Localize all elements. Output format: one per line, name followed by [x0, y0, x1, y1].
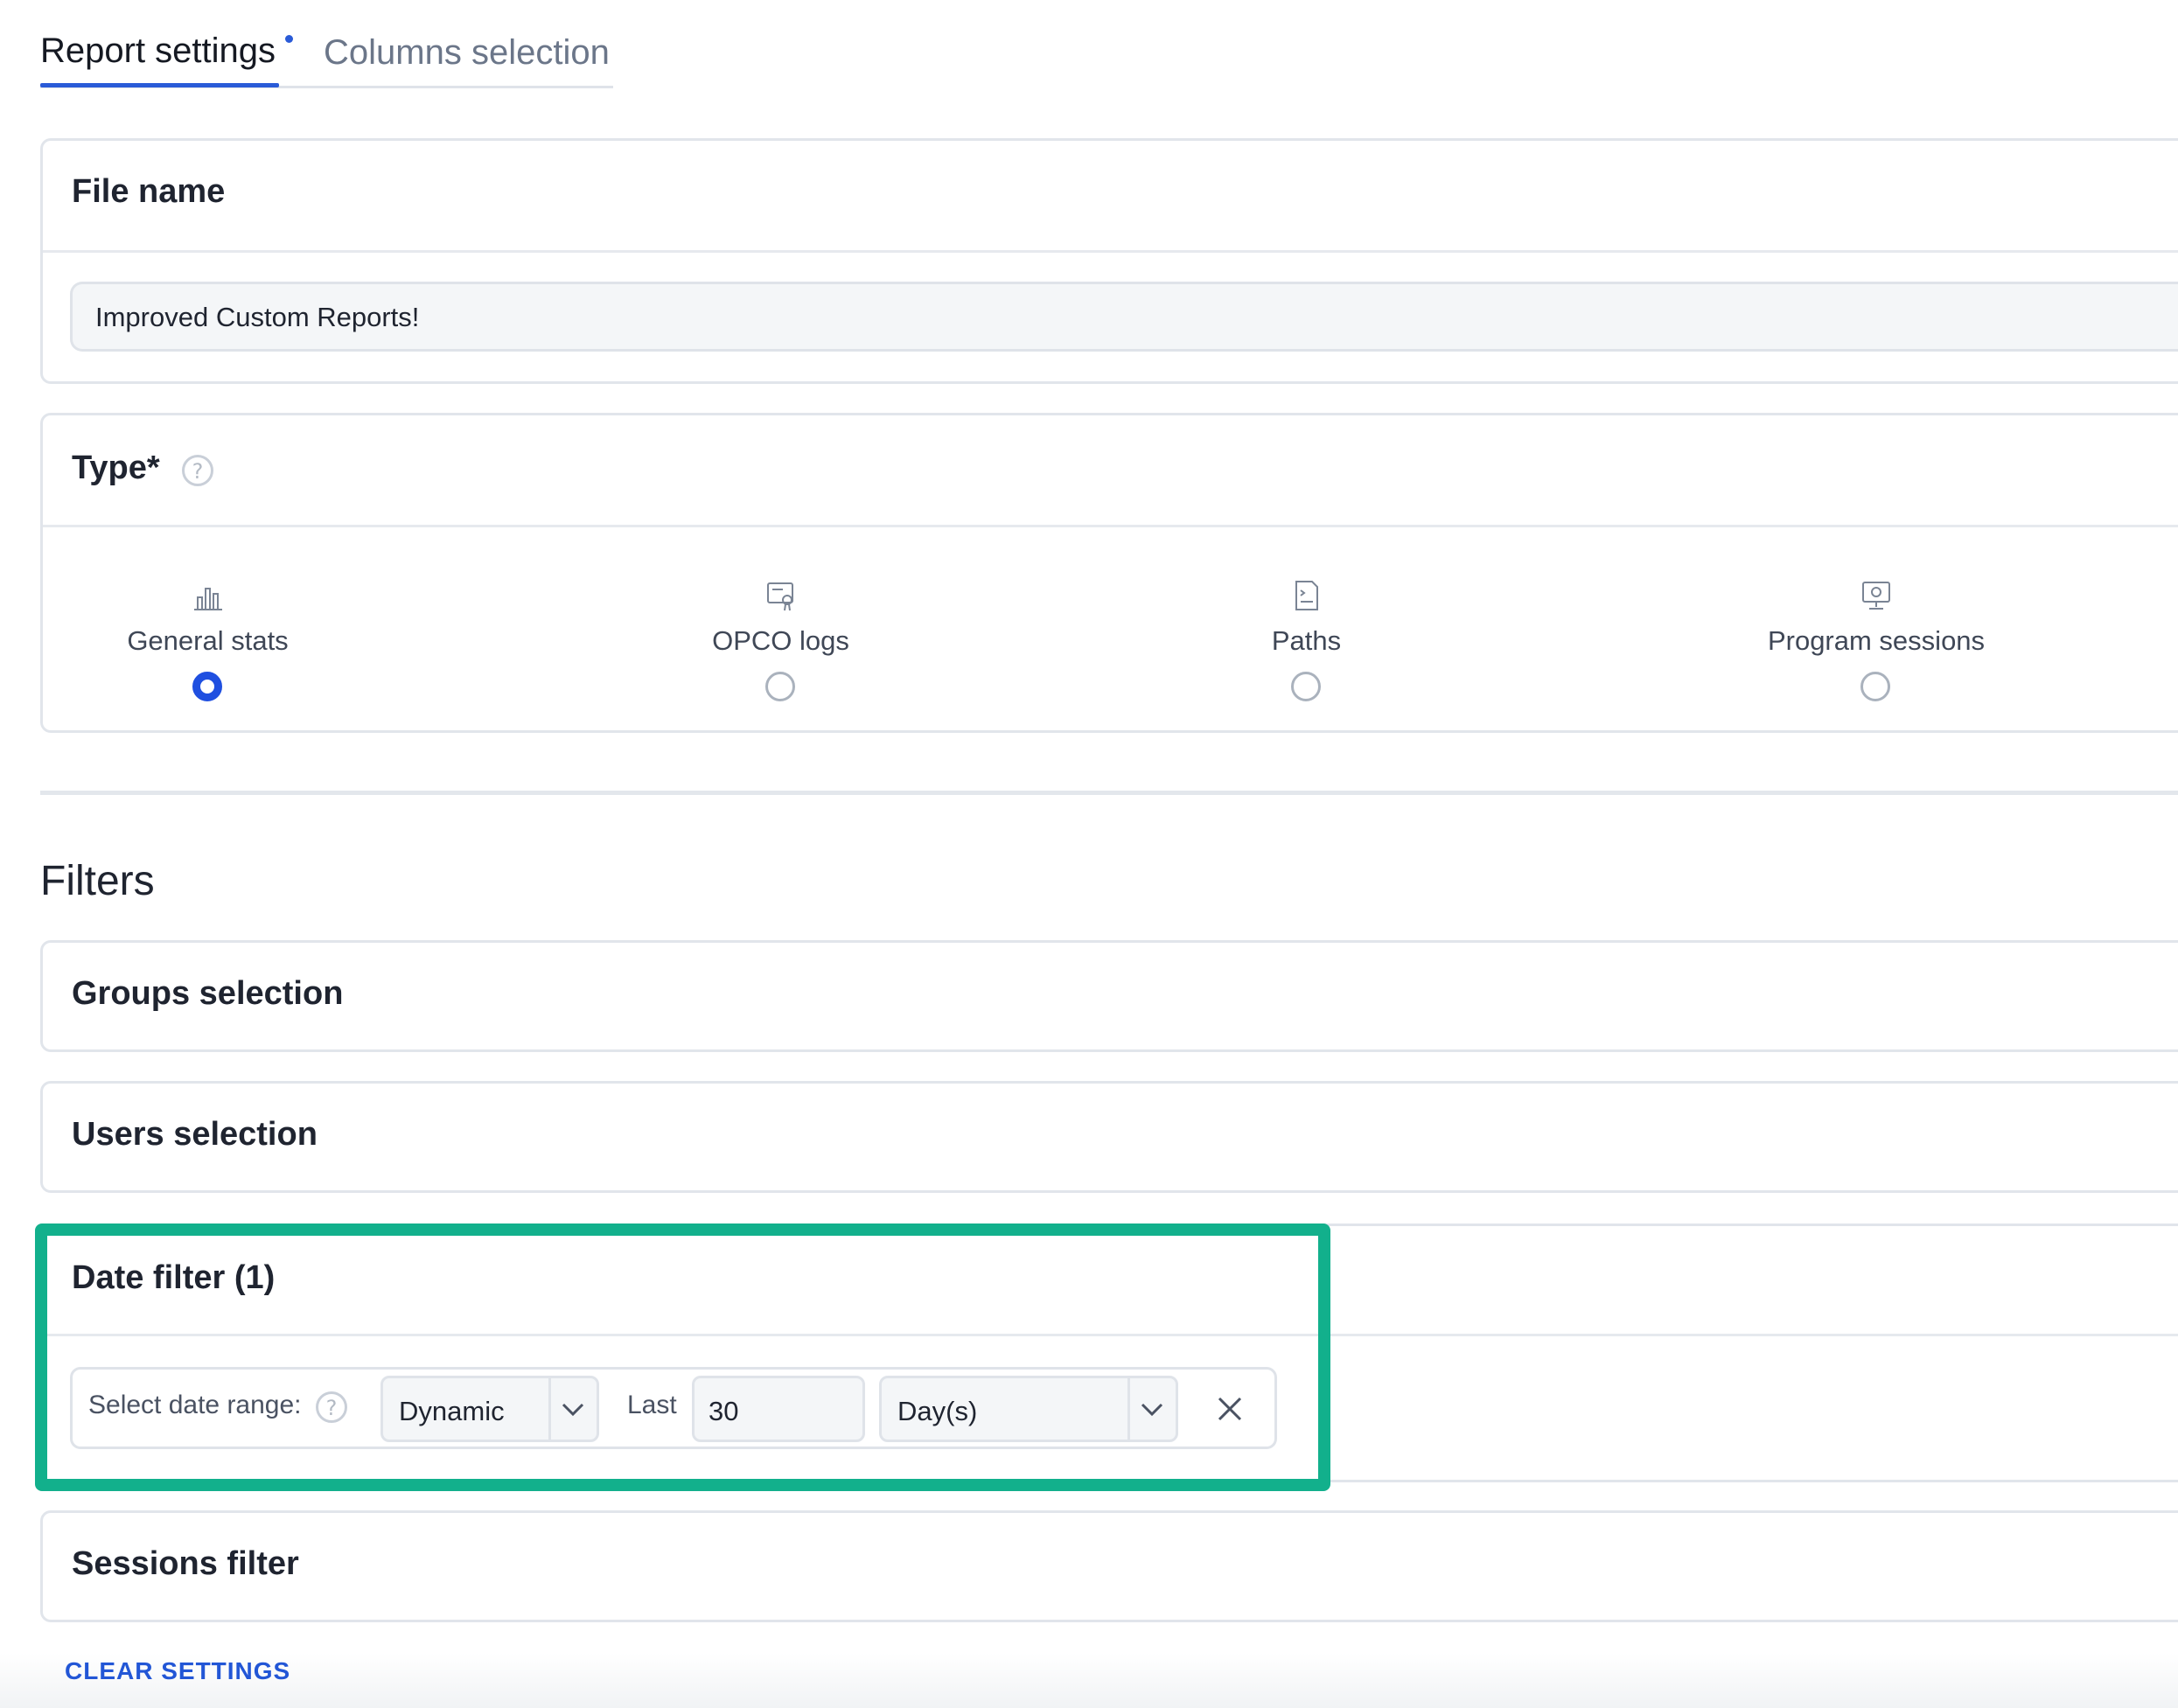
date-amount-input[interactable]: 30: [692, 1376, 865, 1442]
sessions-filter-panel[interactable]: [40, 1510, 2178, 1622]
clear-settings-button[interactable]: CLEAR SETTINGS: [65, 1657, 290, 1685]
date-mode-select[interactable]: Dynamic: [380, 1376, 599, 1442]
type-option-paths[interactable]: Paths: [1204, 573, 1409, 713]
section-separator: [40, 791, 2178, 795]
tab-active-indicator: [40, 83, 279, 87]
unsaved-changes-dot: [285, 35, 293, 43]
type-option-opco-logs[interactable]: OPCO logs: [678, 573, 883, 713]
question-circle-icon[interactable]: ?: [316, 1391, 347, 1423]
users-selection-title: Users selection: [72, 1116, 318, 1153]
filters-heading: Filters: [40, 858, 155, 904]
date-unit-value: Day(s): [897, 1396, 978, 1426]
date-filter-title: Date filter (1): [72, 1259, 276, 1296]
file-name-input[interactable]: Improved Custom Reports!: [70, 282, 2178, 352]
file-name-divider: [43, 250, 2178, 253]
close-icon[interactable]: [1214, 1393, 1246, 1425]
monitor-icon: [1862, 582, 1890, 610]
date-unit-select[interactable]: Day(s): [879, 1376, 1178, 1442]
document-icon: [1295, 581, 1318, 610]
type-label-paths: Paths: [1271, 625, 1342, 656]
type-label-opco-logs: OPCO logs: [712, 625, 849, 656]
users-selection-panel[interactable]: [40, 1081, 2178, 1193]
groups-selection-panel[interactable]: [40, 940, 2178, 1052]
radio-paths[interactable]: [1291, 672, 1321, 701]
date-mode-value: Dynamic: [399, 1396, 505, 1426]
type-option-program-sessions[interactable]: Program sessions: [1758, 573, 1994, 713]
groups-selection-title: Groups selection: [72, 975, 344, 1012]
type-title: Type*: [72, 450, 160, 486]
file-name-title: File name: [72, 173, 226, 210]
tab-report-settings[interactable]: Report settings: [40, 31, 276, 71]
bar-chart-icon: [194, 588, 222, 610]
sessions-filter-title: Sessions filter: [72, 1545, 299, 1582]
radio-program-sessions[interactable]: [1860, 672, 1890, 701]
chevron-down-icon: [1141, 1403, 1163, 1417]
type-label-general-stats: General stats: [127, 625, 289, 656]
type-option-general-stats[interactable]: General stats: [105, 573, 311, 713]
tab-columns-selection[interactable]: Columns selection: [324, 33, 610, 73]
date-range-label: Select date range:: [88, 1391, 302, 1419]
chevron-down-icon: [562, 1403, 584, 1417]
certificate-icon: [767, 582, 793, 611]
footer-bar: [0, 1653, 2178, 1708]
radio-general-stats[interactable]: [192, 672, 222, 701]
last-label: Last: [627, 1391, 677, 1419]
type-label-program-sessions: Program sessions: [1767, 625, 1986, 656]
type-divider: [43, 525, 2178, 527]
radio-opco-logs[interactable]: [765, 672, 795, 701]
question-circle-icon[interactable]: ?: [182, 455, 213, 486]
date-range-row: Select date range: ? Dynamic Last 30 Day…: [70, 1367, 1277, 1449]
date-filter-divider: [43, 1334, 2178, 1336]
